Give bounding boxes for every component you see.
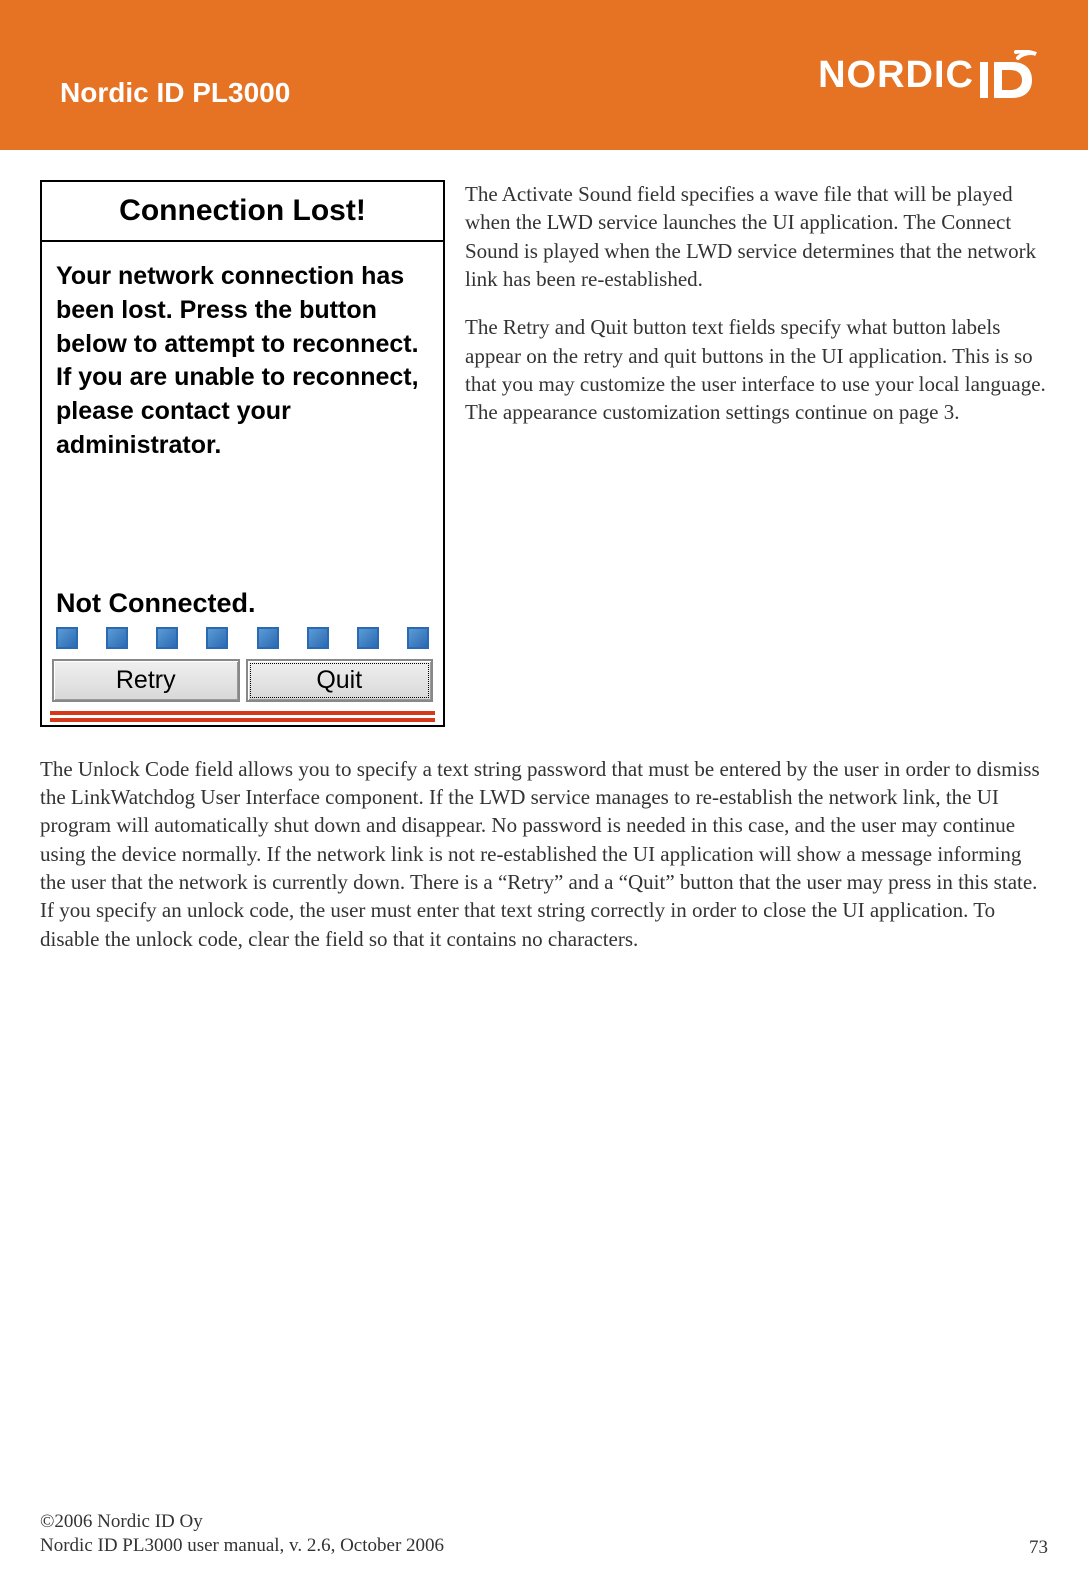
progress-square-icon: [106, 627, 128, 649]
brand-logo: NORDIC: [818, 50, 1028, 100]
logo-id-icon: [978, 50, 1028, 100]
paragraph-unlock-code: The Unlock Code field allows you to spec…: [40, 755, 1048, 953]
red-divider-line: [50, 718, 435, 722]
progress-square-icon: [357, 627, 379, 649]
page-footer: ©2006 Nordic ID Oy Nordic ID PL3000 user…: [40, 1510, 1048, 1559]
progress-indicator: [42, 619, 443, 659]
connection-lost-dialog: Connection Lost! Your network connection…: [40, 180, 445, 727]
header-title: Nordic ID PL3000: [60, 77, 290, 109]
progress-square-icon: [206, 627, 228, 649]
dialog-status: Not Connected.: [42, 588, 443, 619]
footer-copyright: ©2006 Nordic ID Oy: [40, 1510, 444, 1535]
footer-manual-info: Nordic ID PL3000 user manual, v. 2.6, Oc…: [40, 1534, 444, 1559]
retry-button[interactable]: Retry: [52, 659, 240, 702]
page-content: Connection Lost! Your network connection…: [0, 150, 1088, 953]
dialog-button-row: Retry Quit: [42, 659, 443, 708]
progress-square-icon: [307, 627, 329, 649]
page-header: Nordic ID PL3000 NORDIC: [0, 0, 1088, 150]
dialog-title: Connection Lost!: [42, 182, 443, 242]
progress-square-icon: [407, 627, 429, 649]
red-divider-line: [50, 711, 435, 715]
footer-left: ©2006 Nordic ID Oy Nordic ID PL3000 user…: [40, 1510, 444, 1559]
paragraph-activate-sound: The Activate Sound field specifies a wav…: [465, 180, 1048, 293]
logo-text: NORDIC: [818, 54, 974, 97]
progress-square-icon: [56, 627, 78, 649]
progress-square-icon: [156, 627, 178, 649]
quit-button[interactable]: Quit: [246, 659, 434, 702]
dialog-message: Your network connection has been lost. P…: [56, 260, 429, 463]
paragraph-retry-quit: The Retry and Quit button text fields sp…: [465, 313, 1048, 426]
progress-square-icon: [257, 627, 279, 649]
page-number: 73: [1029, 1537, 1048, 1559]
top-section: Connection Lost! Your network connection…: [40, 180, 1048, 727]
dialog-body: Your network connection has been lost. P…: [42, 242, 443, 473]
side-paragraphs: The Activate Sound field specifies a wav…: [465, 180, 1048, 727]
